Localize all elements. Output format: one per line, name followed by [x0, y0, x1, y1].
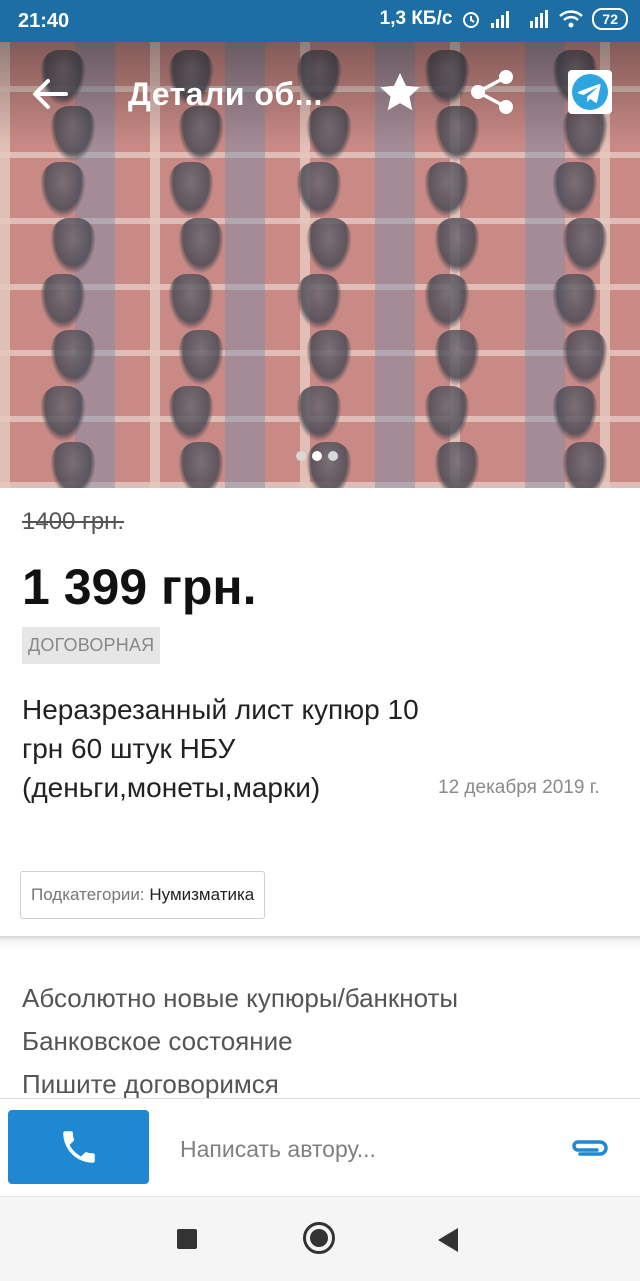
banknote-portrait [50, 218, 96, 274]
banknote-portrait [562, 218, 608, 274]
banknote-portrait [178, 218, 224, 274]
battery-indicator: 72 [592, 8, 628, 30]
listing-description: Абсолютно новые купюры/банкноты Банковск… [22, 977, 458, 1106]
price: 1 399 грн. [22, 559, 257, 615]
banknote-portrait [40, 274, 86, 330]
pager-dot [312, 451, 322, 461]
call-button[interactable] [8, 1110, 149, 1184]
alarm-icon [463, 12, 480, 28]
old-price: 1400 грн. [22, 508, 125, 535]
subcategory-label: Подкатегории: [31, 885, 145, 904]
gallery-pager [296, 451, 338, 461]
banknote-portrait [40, 386, 86, 442]
banknote-portrait [562, 442, 608, 488]
share-icon[interactable] [468, 68, 516, 116]
banknote-portrait [296, 386, 342, 442]
description-line: Банковское состояние [22, 1026, 293, 1056]
wifi-icon [559, 10, 584, 28]
system-back-button[interactable] [438, 1228, 458, 1252]
status-bar: 21:40 1,3 КБ/с 72 [0, 0, 640, 42]
subcategory-value: Нумизматика [149, 885, 255, 904]
message-input[interactable] [178, 1128, 542, 1170]
network-speed: 1,3 КБ/с [379, 8, 453, 29]
banknote-portrait [296, 274, 342, 330]
banknote-portrait [296, 162, 342, 218]
banknote-portrait [424, 386, 470, 442]
signal-roaming-icon [530, 10, 549, 28]
banknote-portrait [50, 442, 96, 488]
status-icons: 1,3 КБ/с 72 [380, 8, 628, 30]
back-arrow-icon[interactable] [28, 72, 72, 116]
banknote-portrait [434, 218, 480, 274]
banknote-portrait [424, 274, 470, 330]
banknote-portrait [552, 274, 598, 330]
recent-apps-button[interactable] [177, 1229, 197, 1249]
banknote-portrait [552, 386, 598, 442]
telegram-icon[interactable] [568, 70, 612, 114]
status-time: 21:40 [18, 10, 70, 32]
page-title: Детали об... [128, 76, 323, 112]
banknote-portrait [424, 162, 470, 218]
negotiable-badge: ДОГОВОРНАЯ [22, 627, 161, 664]
banknote-portrait [178, 330, 224, 386]
banknote-portrait [168, 386, 214, 442]
pager-dot [328, 451, 338, 461]
banknote-portrait [434, 330, 480, 386]
paperclip-icon[interactable] [568, 1130, 610, 1166]
phone-icon [62, 1131, 95, 1163]
banknote-portrait [178, 442, 224, 488]
listing-date: 12 декабря 2019 г. [438, 777, 600, 798]
banknote-portrait [168, 162, 214, 218]
subcategory-chip[interactable]: Подкатегории: Нумизматика [20, 871, 266, 919]
star-icon[interactable] [378, 70, 422, 114]
banknote-portrait [552, 162, 598, 218]
banknote-portrait [50, 330, 96, 386]
banknote-portrait [40, 162, 86, 218]
pager-dot [296, 451, 306, 461]
home-button[interactable] [303, 1222, 335, 1254]
banknote-portrait [434, 442, 480, 488]
banknote-portrait [306, 218, 352, 274]
listing-title: Неразрезанный лист купюр 10 грн 60 штук … [22, 694, 419, 803]
description-line: Абсолютно новые купюры/банкноты [22, 983, 459, 1013]
banknote-portrait [306, 442, 352, 488]
banknote-portrait [562, 330, 608, 386]
banknote-portrait [168, 274, 214, 330]
section-divider [0, 936, 640, 950]
banknote-portrait [306, 330, 352, 386]
signal-icon [491, 11, 510, 28]
